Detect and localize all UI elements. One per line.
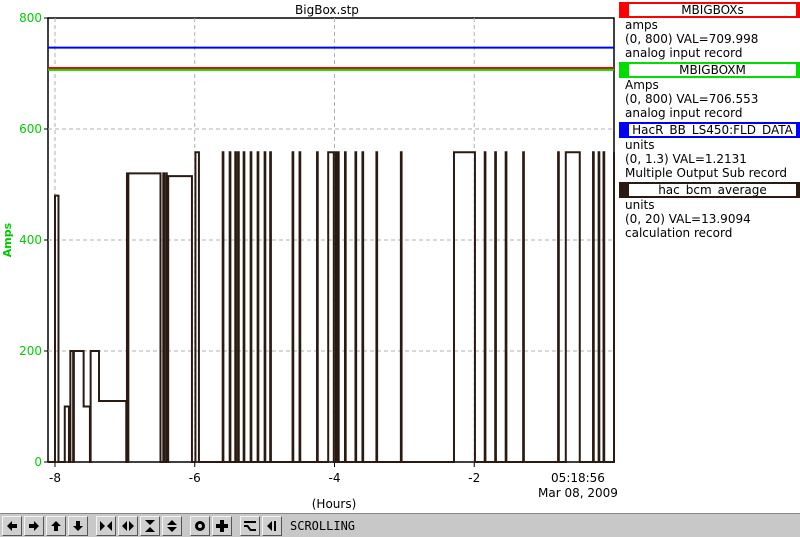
add-icon[interactable] — [212, 515, 232, 536]
autoscale-icon[interactable] — [240, 515, 260, 536]
series-line-hac-bcm-average — [48, 151, 615, 463]
arrow-left-icon[interactable] — [2, 515, 22, 536]
y-tick-label: 600 — [19, 122, 42, 136]
arrow-right-icon[interactable] — [24, 515, 44, 536]
y-axis: 0 200 400 600 800 — [19, 11, 48, 469]
legend-name-mbigboxs[interactable]: MBIGBOXs — [619, 2, 800, 18]
legend-record-type: Multiple Output Sub record — [625, 166, 787, 180]
zoom-in-x-icon[interactable] — [96, 515, 116, 536]
zoom-out-x-icon[interactable] — [118, 515, 138, 536]
y-tick-label: 200 — [19, 344, 42, 358]
x-tick-label: -2 — [468, 471, 480, 485]
legend-record-type: analog input record — [625, 46, 743, 60]
scroll-icon[interactable] — [262, 515, 282, 536]
legend-panel: MBIGBOXs amps (0, 800) VAL=709.998 analo… — [619, 0, 800, 240]
legend-name-hac-bcm-average[interactable]: hac_bcm_average — [619, 182, 800, 198]
legend-units: Amps — [625, 78, 659, 92]
zoom-in-y-icon[interactable] — [140, 515, 160, 536]
legend-range: (0, 1.3) VAL=1.2131 — [625, 152, 747, 166]
y-tick-label: 800 — [19, 11, 42, 25]
y-tick-label: 0 — [34, 455, 42, 469]
arrow-up-icon[interactable] — [46, 515, 66, 536]
x-axis: -8 -6 -4 -2 — [49, 462, 480, 485]
legend-units: units — [625, 198, 655, 212]
legend-record-type: calculation record — [625, 226, 733, 240]
y-tick-label: 400 — [19, 233, 42, 247]
grid — [48, 18, 614, 462]
legend-name-mbigboxm[interactable]: MBIGBOXM — [619, 62, 800, 78]
series-group — [48, 46, 615, 463]
legend-range: (0, 20) VAL=13.9094 — [625, 212, 751, 226]
legend-range: (0, 800) VAL=706.553 — [625, 92, 759, 106]
zoom-out-y-icon[interactable] — [162, 515, 182, 536]
x-axis-label: (Hours) — [312, 497, 357, 511]
date-label: Mar 08, 2009 — [538, 486, 618, 500]
center-icon[interactable] — [190, 515, 210, 536]
chart-title: BigBox.stp — [295, 3, 359, 17]
x-tick-label: -6 — [189, 471, 201, 485]
plot-area: BigBox.stp 0 200 400 600 800 -8 -6 -4 -2 Amps (… — [1, 3, 618, 511]
legend-units: amps — [625, 18, 658, 32]
legend-units: units — [625, 138, 655, 152]
time-label: 05:18:56 — [551, 471, 605, 485]
arrow-down-icon[interactable] — [68, 515, 88, 536]
x-tick-label: -8 — [49, 471, 61, 485]
toolbar: SCROLLING — [0, 513, 800, 537]
y-axis-label: Amps — [1, 222, 14, 257]
legend-range: (0, 800) VAL=709.998 — [625, 32, 759, 46]
legend-name-fld-data[interactable]: HacR_BB_LS450:FLD_DATA — [619, 122, 800, 138]
x-tick-label: -4 — [329, 471, 341, 485]
status-text: SCROLLING — [290, 518, 356, 533]
legend-record-type: analog input record — [625, 106, 743, 120]
